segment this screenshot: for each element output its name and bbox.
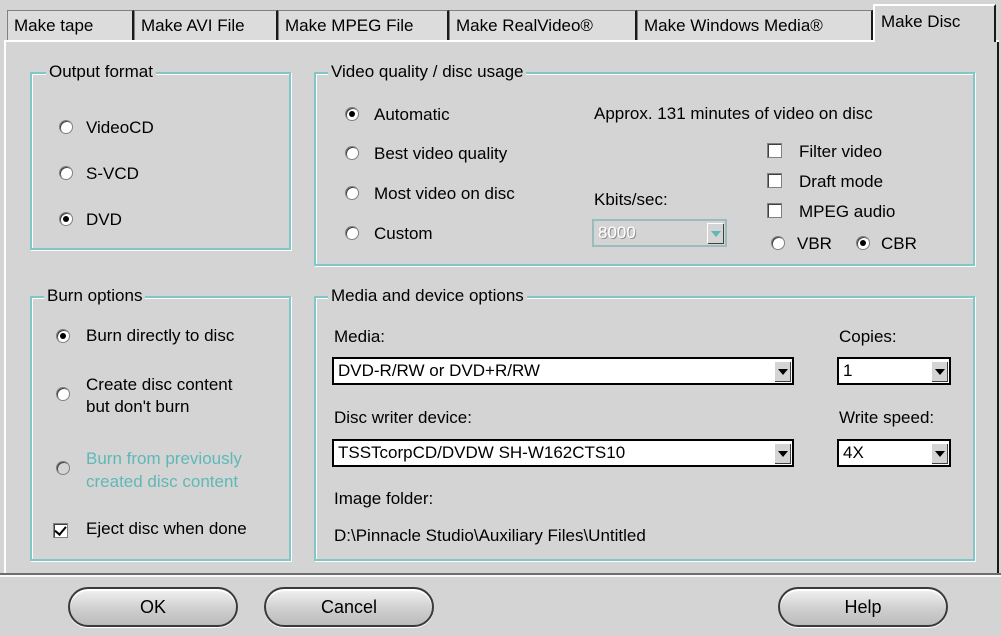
- draft-mode-label[interactable]: Draft mode: [799, 172, 883, 192]
- burn-previous-label-line2: created disc content: [86, 472, 239, 491]
- burn-options-legend: Burn options: [44, 286, 146, 306]
- cancel-button[interactable]: Cancel: [264, 587, 434, 627]
- svcd-label[interactable]: S-VCD: [86, 164, 139, 184]
- chevron-down-icon[interactable]: [774, 361, 790, 381]
- chevron-down-icon[interactable]: [931, 443, 947, 463]
- tab-baseline: [4, 40, 999, 42]
- video-quality-legend: Video quality / disc usage: [328, 62, 527, 82]
- cbr-radio[interactable]: [856, 236, 870, 250]
- vbr-radio[interactable]: [771, 236, 785, 250]
- chevron-down-icon[interactable]: [774, 443, 790, 463]
- chevron-down-icon[interactable]: [931, 361, 947, 381]
- tab-make-avi-file[interactable]: Make AVI File: [134, 10, 278, 40]
- vbr-label[interactable]: VBR: [797, 234, 832, 254]
- copies-label: Copies:: [839, 327, 897, 346]
- create-content-label-line1[interactable]: Create disc content: [86, 375, 232, 395]
- most-video-label[interactable]: Most video on disc: [374, 184, 515, 204]
- write-speed-value: 4X: [843, 443, 864, 462]
- media-device-legend: Media and device options: [328, 286, 527, 306]
- copies-value: 1: [843, 361, 853, 380]
- dvd-radio[interactable]: [59, 212, 73, 226]
- svcd-radio[interactable]: [59, 166, 73, 180]
- help-button[interactable]: Help: [778, 587, 948, 627]
- output-format-legend: Output format: [46, 62, 156, 82]
- media-label: Media:: [334, 327, 386, 346]
- cbr-label[interactable]: CBR: [881, 234, 917, 254]
- draft-mode-checkbox[interactable]: [767, 173, 782, 188]
- most-video-radio[interactable]: [345, 186, 359, 200]
- videocd-radio[interactable]: [59, 120, 73, 134]
- tab-make-windows-media[interactable]: Make Windows Media®: [637, 10, 873, 40]
- burn-directly-label[interactable]: Burn directly to disc: [86, 326, 234, 346]
- tab-make-realvideo[interactable]: Make RealVideo®: [449, 10, 637, 40]
- write-speed-dropdown[interactable]: 4X: [837, 439, 951, 467]
- kbits-dropdown: 8000: [592, 219, 727, 247]
- automatic-radio[interactable]: [345, 107, 359, 121]
- tab-make-mpeg-file[interactable]: Make MPEG File: [278, 10, 449, 40]
- image-folder-path: D:\Pinnacle Studio\Auxiliary Files\Untit…: [334, 526, 646, 545]
- kbits-value: 8000: [598, 223, 636, 242]
- writer-dropdown[interactable]: TSSTcorpCD/DVDW SH-W162CTS10: [332, 439, 794, 467]
- videocd-label[interactable]: VideoCD: [86, 118, 154, 138]
- burn-previous-label-line1: Burn from previously: [86, 449, 242, 468]
- automatic-label[interactable]: Automatic: [374, 105, 450, 125]
- filter-video-checkbox[interactable]: [767, 143, 782, 158]
- ok-button[interactable]: OK: [68, 587, 238, 627]
- approx-minutes-text: Approx. 131 minutes of video on disc: [594, 104, 873, 123]
- custom-label[interactable]: Custom: [374, 224, 433, 244]
- filter-video-label[interactable]: Filter video: [799, 142, 882, 162]
- eject-checkbox[interactable]: [53, 523, 68, 538]
- eject-label[interactable]: Eject disc when done: [86, 519, 247, 539]
- dvd-label[interactable]: DVD: [86, 210, 122, 230]
- best-quality-radio[interactable]: [345, 146, 359, 160]
- chevron-down-icon: [707, 223, 723, 243]
- copies-dropdown[interactable]: 1: [837, 357, 951, 385]
- writer-value: TSSTcorpCD/DVDW SH-W162CTS10: [338, 443, 626, 462]
- tab-make-tape[interactable]: Make tape: [7, 10, 134, 40]
- media-dropdown[interactable]: DVD-R/RW or DVD+R/RW: [332, 357, 794, 385]
- write-speed-label: Write speed:: [839, 408, 935, 427]
- burn-previous-radio: [56, 461, 70, 475]
- panel-bottom-highlight: [0, 575, 1001, 577]
- media-value: DVD-R/RW or DVD+R/RW: [338, 361, 540, 380]
- custom-radio[interactable]: [345, 226, 359, 240]
- best-quality-label[interactable]: Best video quality: [374, 144, 507, 164]
- image-folder-label: Image folder:: [334, 489, 434, 508]
- burn-directly-radio[interactable]: [56, 329, 70, 343]
- mpeg-audio-checkbox[interactable]: [767, 203, 782, 218]
- create-content-radio[interactable]: [56, 387, 70, 401]
- tab-make-disc[interactable]: Make Disc: [873, 4, 996, 42]
- mpeg-audio-label[interactable]: MPEG audio: [799, 202, 895, 222]
- kbits-label: Kbits/sec:: [594, 190, 668, 209]
- writer-label: Disc writer device:: [334, 408, 472, 427]
- create-content-label-line2[interactable]: but don't burn: [86, 397, 189, 417]
